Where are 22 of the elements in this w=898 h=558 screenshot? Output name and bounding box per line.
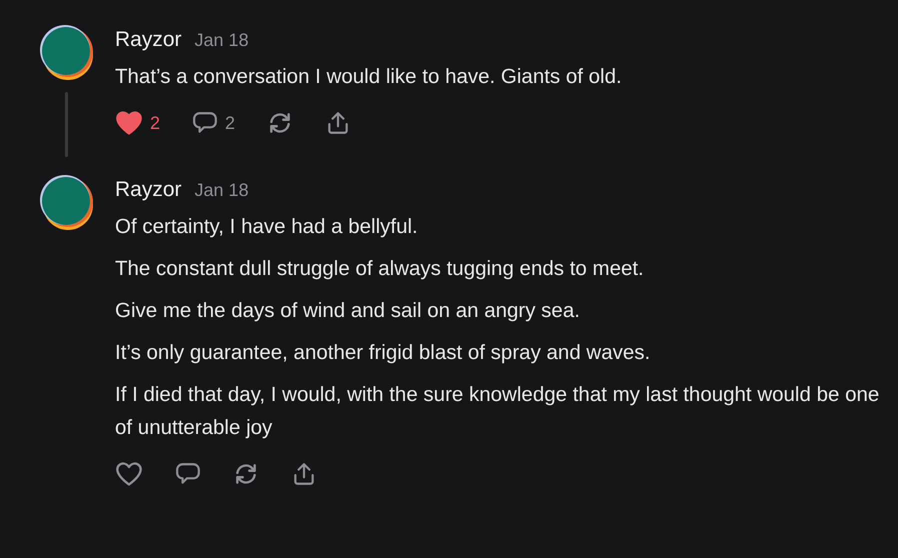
heart-icon <box>115 110 143 136</box>
refresh-icon <box>233 461 259 487</box>
heart-icon <box>115 461 143 487</box>
like-button[interactable] <box>115 461 143 487</box>
avatar[interactable] <box>38 24 94 80</box>
comment-icon <box>192 110 218 136</box>
comment-text: It’s only guarantee, another frigid blast of spray and waves. <box>115 340 652 366</box>
author-name[interactable]: Rayzor <box>115 178 182 202</box>
comment-text: That’s a conversation I would like to have. Giants of old. <box>115 64 623 90</box>
comment-text: Of certainty, I have had a bellyful. <box>115 214 419 240</box>
restack-button[interactable] <box>233 461 259 487</box>
comment-icon <box>175 461 201 487</box>
avatar[interactable] <box>38 174 94 230</box>
reply-button[interactable]: 2 <box>192 110 236 136</box>
author-name[interactable]: Rayzor <box>115 28 182 52</box>
comment-text: If I died that day, I would, with the sure knowledge that my last thought would be one of unutterable joy <box>115 382 880 441</box>
like-button[interactable]: 2 <box>115 110 160 136</box>
comment-text: The constant dull struggle of always tugging ends to meet. <box>115 256 645 282</box>
comment-date: Jan 18 <box>194 180 249 201</box>
comment-date: Jan 18 <box>194 30 249 51</box>
comment-text: Give me the days of wind and sail on an angry sea. <box>115 298 581 324</box>
reply-button[interactable] <box>175 461 201 487</box>
